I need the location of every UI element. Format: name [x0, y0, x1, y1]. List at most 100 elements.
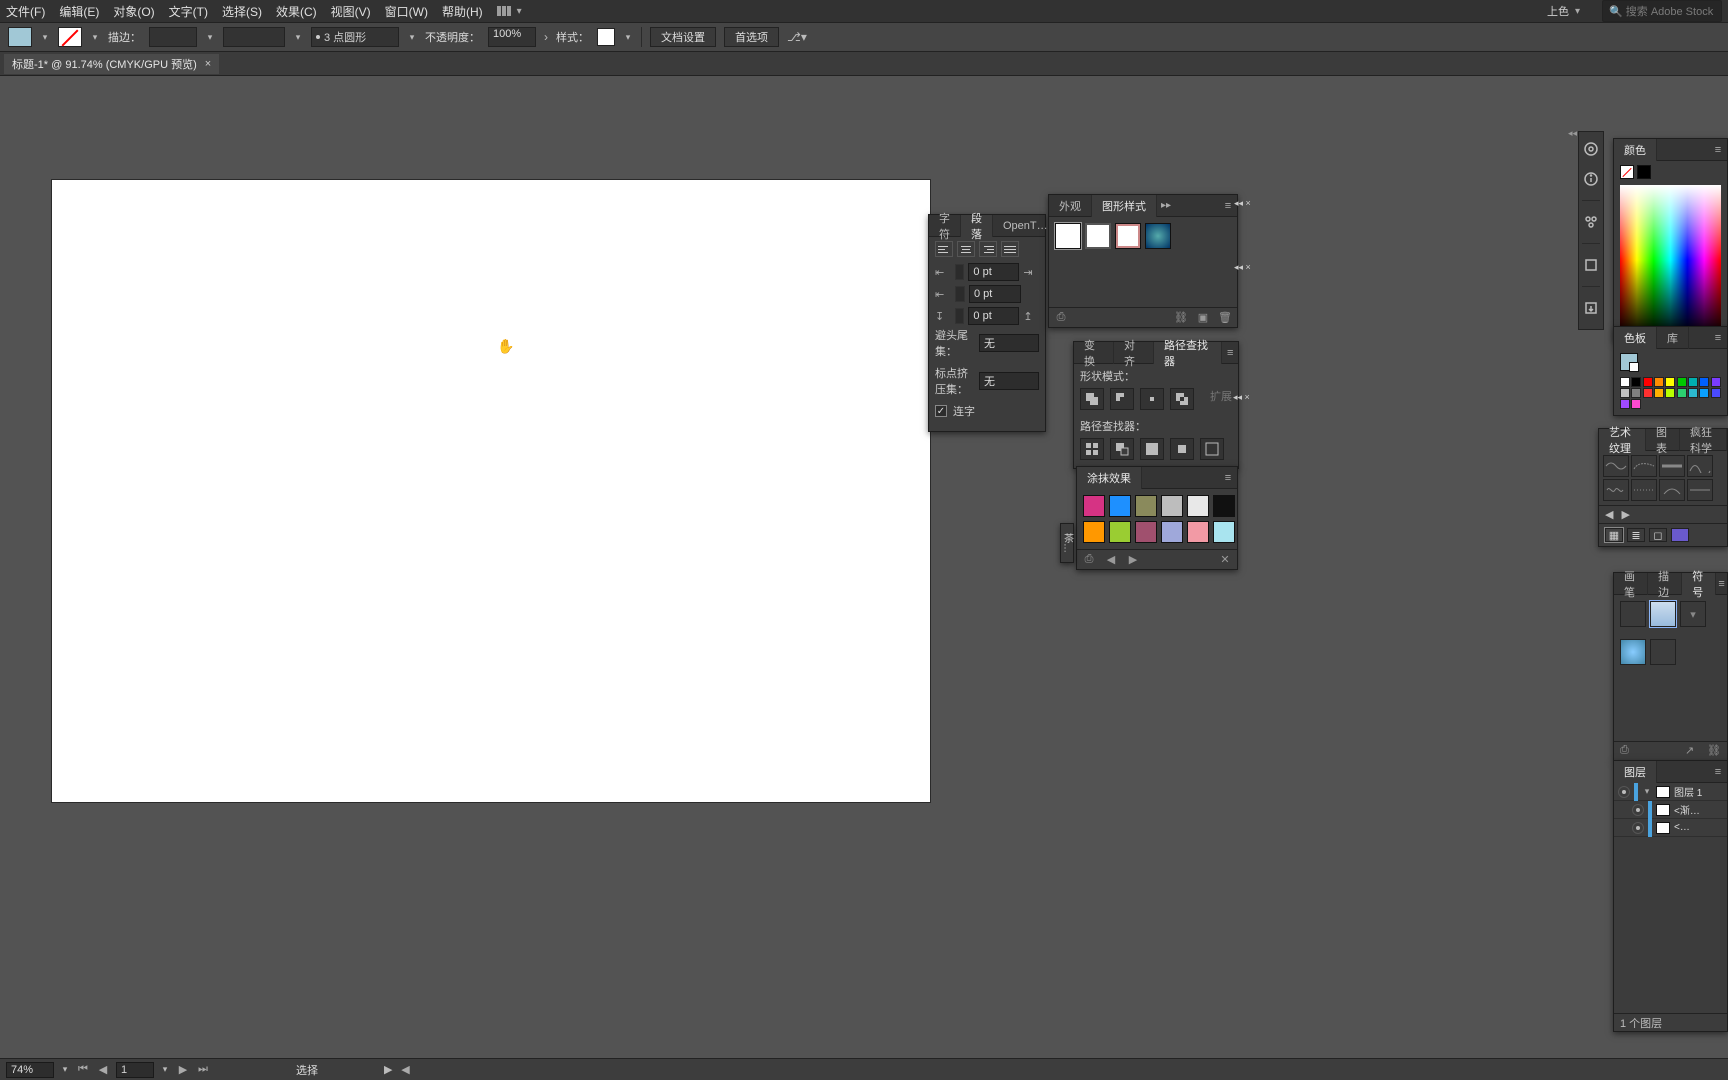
style-swatch-default[interactable]	[1055, 223, 1081, 249]
kinsoku-set-dropdown[interactable]: 无	[979, 334, 1039, 352]
stroke-weight-dd[interactable]: ▾	[205, 32, 215, 43]
prev-icon[interactable]: ◀	[1605, 508, 1613, 521]
swatch[interactable]	[1688, 377, 1698, 387]
panel-collapse-icon[interactable]: ▸▸	[1157, 200, 1175, 211]
view-color-icon[interactable]	[1671, 528, 1689, 542]
align-left-icon[interactable]	[935, 241, 953, 257]
swatch[interactable]	[1631, 399, 1641, 409]
scribble-swatch[interactable]	[1213, 495, 1235, 517]
close-icon[interactable]: ◂◂ ×	[1234, 198, 1251, 209]
layer-row[interactable]: ▾ 图层 1	[1614, 783, 1727, 801]
graphic-style-current[interactable]	[597, 28, 615, 46]
vwp-dd[interactable]: ▾	[293, 32, 303, 43]
menu-effect[interactable]: 效果(C)	[276, 3, 317, 20]
delete-style-icon[interactable]: 🗑	[1217, 310, 1233, 326]
scribble-swatch[interactable]	[1135, 521, 1157, 543]
stock-search[interactable]: 🔍 搜索 Adobe Stock	[1602, 0, 1722, 22]
menu-object[interactable]: 对象(O)	[113, 3, 154, 20]
status-prev-icon[interactable]: ◀	[398, 1063, 412, 1076]
brush-thumbnail[interactable]	[1603, 479, 1629, 501]
layer-name[interactable]: 图层 1	[1674, 784, 1723, 799]
scribble-swatch[interactable]	[1083, 521, 1105, 543]
symbol-thumbnail[interactable]	[1650, 639, 1676, 665]
tab-layers[interactable]: 图层	[1614, 761, 1657, 783]
last-artboard-icon[interactable]: ⏭	[196, 1063, 210, 1076]
opacity-input[interactable]: 100%	[488, 27, 536, 47]
fill-color-swatch[interactable]	[1620, 165, 1634, 179]
align-to-icon[interactable]: ⎇▾	[787, 30, 807, 44]
opacity-expand[interactable]: ›	[544, 30, 548, 44]
swatch[interactable]	[1711, 377, 1721, 387]
brush-thumbnail[interactable]	[1659, 479, 1685, 501]
symbol-thumbnail[interactable]	[1650, 601, 1676, 627]
tab-swatches[interactable]: 色板	[1614, 327, 1657, 349]
tab-libraries[interactable]: 库	[1657, 327, 1689, 349]
space-before-spin[interactable]	[955, 308, 965, 324]
layer-row[interactable]: <…	[1614, 819, 1727, 837]
style-swatch-2[interactable]	[1085, 223, 1111, 249]
layer-name[interactable]: <…	[1674, 822, 1723, 833]
brush-def-dd[interactable]: ▾	[407, 32, 417, 43]
next-icon[interactable]: ▶	[1125, 552, 1141, 568]
swatch[interactable]	[1665, 388, 1675, 398]
dock-collapse-icon[interactable]: ◂◂	[1568, 128, 1577, 139]
tab-stroke[interactable]: 描边	[1648, 573, 1682, 595]
hyphenate-checkbox[interactable]	[935, 405, 947, 417]
break-link-icon[interactable]: ⛓	[1707, 744, 1721, 758]
variable-width-profile[interactable]	[223, 27, 285, 47]
transform-icon[interactable]	[1582, 256, 1600, 274]
trim-icon[interactable]	[1110, 438, 1134, 460]
new-style-icon[interactable]: ▣	[1195, 310, 1211, 326]
prev-artboard-icon[interactable]: ◀	[96, 1063, 110, 1076]
scribble-swatch[interactable]	[1161, 495, 1183, 517]
artboard[interactable]	[52, 180, 930, 802]
outline-icon[interactable]	[1200, 438, 1224, 460]
merge-icon[interactable]	[1140, 438, 1164, 460]
justify-icon[interactable]	[1001, 241, 1019, 257]
swatch[interactable]	[1665, 377, 1675, 387]
stroke-weight-input[interactable]	[149, 27, 197, 47]
tab-pathfinder[interactable]: 路径查找器	[1154, 342, 1222, 364]
style-dd[interactable]: ▾	[623, 32, 633, 43]
tab-art-texture[interactable]: 艺术纹理	[1599, 429, 1646, 451]
collapsed-panel-tab[interactable]: 茶…	[1060, 533, 1075, 553]
stroke-dropdown[interactable]: ▾	[90, 32, 100, 43]
visibility-toggle[interactable]	[1632, 822, 1644, 834]
symbol-thumbnail[interactable]	[1620, 601, 1646, 627]
panel-menu-icon[interactable]: ≡	[1709, 766, 1727, 778]
scribble-swatch[interactable]	[1187, 495, 1209, 517]
tab-brushes[interactable]: 画笔	[1614, 573, 1648, 595]
brush-thumbnail[interactable]	[1631, 455, 1657, 477]
layer-row[interactable]: <渐…	[1614, 801, 1727, 819]
symbol-thumbnail[interactable]	[1620, 639, 1646, 665]
brush-thumbnail[interactable]	[1603, 455, 1629, 477]
crop-icon[interactable]	[1170, 438, 1194, 460]
library-menu-icon[interactable]: ⎙	[1081, 552, 1097, 568]
zoom-caret[interactable]: ▾	[60, 1064, 70, 1075]
scribble-swatch[interactable]	[1109, 521, 1131, 543]
artboard-number-input[interactable]: 1	[116, 1062, 154, 1078]
panel-menu-icon[interactable]: ≡	[1716, 578, 1727, 590]
place-symbol-icon[interactable]: ↗	[1685, 744, 1699, 758]
first-artboard-icon[interactable]: ⏮	[76, 1063, 90, 1076]
panel-menu-icon[interactable]: ≡	[1219, 472, 1237, 484]
color-spectrum[interactable]	[1620, 185, 1721, 335]
swatch[interactable]	[1631, 388, 1641, 398]
style-swatch-4[interactable]	[1145, 223, 1171, 249]
preferences-button[interactable]: 首选项	[724, 27, 779, 47]
swatch[interactable]	[1677, 388, 1687, 398]
tab-align[interactable]: 对齐	[1114, 342, 1154, 364]
align-center-icon[interactable]	[957, 241, 975, 257]
tab-charts[interactable]: 图表	[1646, 429, 1680, 451]
library-icon[interactable]: ⎙	[1620, 744, 1634, 758]
indent-left-input[interactable]: 0 pt	[968, 263, 1019, 281]
status-play-icon[interactable]: ▶	[384, 1063, 392, 1076]
first-line-spin[interactable]	[955, 286, 965, 302]
menu-select[interactable]: 选择(S)	[222, 3, 262, 20]
align-right-icon[interactable]	[979, 241, 997, 257]
swatch[interactable]	[1699, 377, 1709, 387]
next-artboard-icon[interactable]: ▶	[176, 1063, 190, 1076]
swatch[interactable]	[1711, 388, 1721, 398]
scribble-swatch[interactable]	[1213, 521, 1235, 543]
close-icon[interactable]: ◂◂ ×	[1234, 262, 1251, 273]
